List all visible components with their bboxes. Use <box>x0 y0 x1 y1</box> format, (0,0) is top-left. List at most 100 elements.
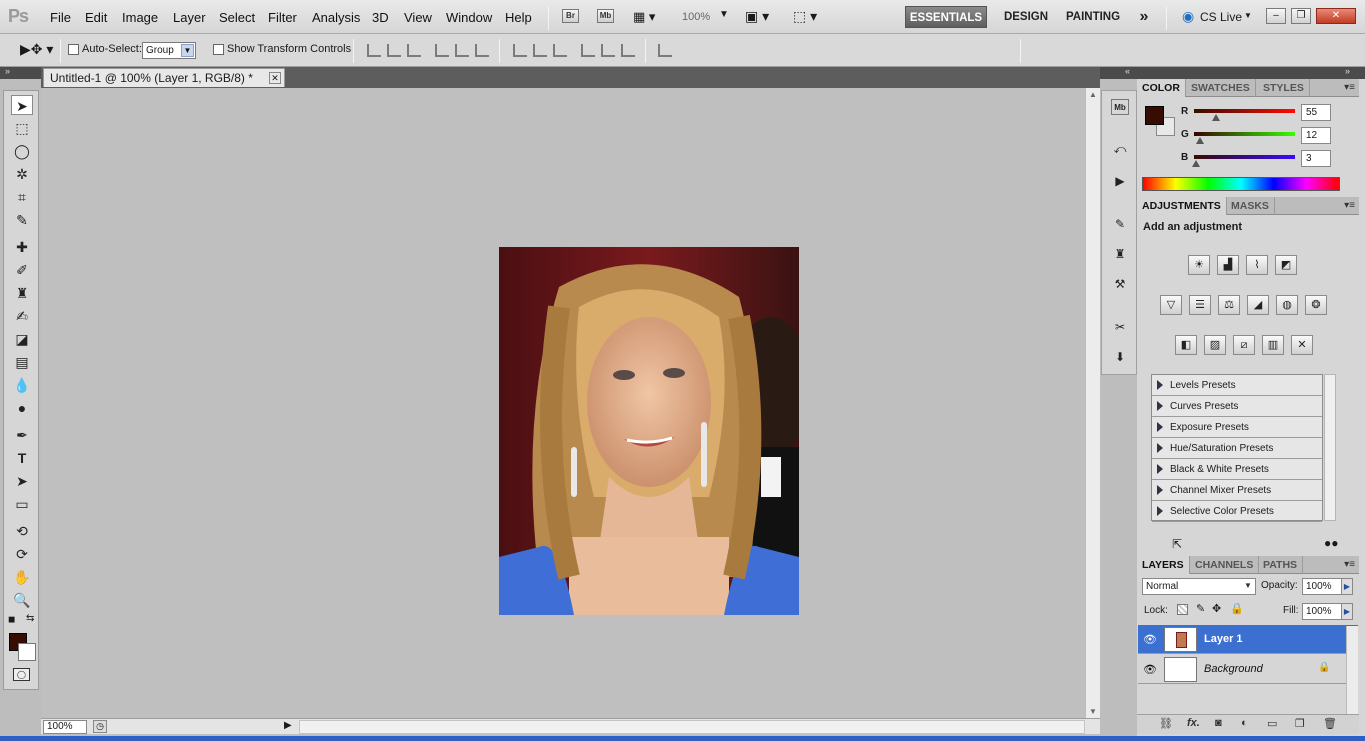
tab-masks[interactable]: MASKS <box>1226 197 1275 215</box>
menu-view[interactable]: View <box>404 10 432 25</box>
color-balance-icon[interactable]: ⚖ <box>1218 295 1240 315</box>
pen-tool-icon[interactable]: ✒ <box>11 425 33 445</box>
quick-mask-icon[interactable]: ◯ <box>13 668 30 681</box>
distribute-top-icon[interactable] <box>513 44 527 57</box>
distribute-vcenter-icon[interactable] <box>533 44 547 57</box>
align-vertical-center-icon[interactable] <box>387 44 401 57</box>
launch-mini-bridge-button[interactable]: Mb <box>597 9 614 23</box>
blue-value-field[interactable]: 3 <box>1301 150 1331 167</box>
menu-analysis[interactable]: Analysis <box>312 10 360 25</box>
tab-color[interactable]: COLOR <box>1137 79 1186 97</box>
color-panel-foreground-swatch[interactable] <box>1145 106 1164 125</box>
path-selection-tool-icon[interactable]: ➤ <box>11 471 33 491</box>
align-bottom-icon[interactable] <box>407 44 421 57</box>
screen-mode-icon[interactable]: ⬚ ▾ <box>793 8 817 25</box>
paragraph-icon[interactable]: ⬇ <box>1111 349 1129 365</box>
lock-transparent-icon[interactable] <box>1177 604 1188 615</box>
red-slider-thumb[interactable] <box>1212 114 1220 121</box>
menu-layer[interactable]: Layer <box>173 10 206 25</box>
opacity-arrow-icon[interactable]: ▶ <box>1341 578 1353 595</box>
clip-to-layer-icon[interactable]: ●● <box>1324 536 1339 550</box>
dock-collapse-bar[interactable]: « » <box>1100 66 1365 79</box>
auto-select-checkbox[interactable] <box>68 44 79 55</box>
adjustment-icon[interactable]: ◐ <box>1241 717 1248 729</box>
exposure-icon[interactable]: ◩ <box>1275 255 1297 275</box>
auto-select-target-select[interactable]: Group ▼ <box>142 42 196 59</box>
vibrance-icon[interactable]: ▽ <box>1160 295 1182 315</box>
lasso-tool-icon[interactable]: ◯ <box>11 141 33 161</box>
menu-file[interactable]: File <box>50 10 71 25</box>
menu-edit[interactable]: Edit <box>85 10 107 25</box>
hue-saturation-icon[interactable]: ☰ <box>1189 295 1211 315</box>
align-right-icon[interactable] <box>475 44 489 57</box>
brush-presets-icon[interactable]: ✎ <box>1111 216 1129 232</box>
red-slider[interactable] <box>1194 109 1295 113</box>
zoom-level-field[interactable]: 100% <box>43 720 87 734</box>
menu-window[interactable]: Window <box>446 10 492 25</box>
red-value-field[interactable]: 55 <box>1301 104 1331 121</box>
preset-channel-mixer[interactable]: Channel Mixer Presets <box>1152 480 1322 501</box>
blue-slider[interactable] <box>1194 155 1295 159</box>
photo-filter-icon[interactable]: ◍ <box>1276 295 1298 315</box>
tab-adjustments[interactable]: ADJUSTMENTS <box>1137 197 1227 215</box>
eraser-tool-icon[interactable]: ◪ <box>11 329 33 349</box>
launch-bridge-button[interactable]: Br <box>562 9 579 23</box>
actions-icon[interactable]: ▶ <box>1111 173 1129 189</box>
lock-position-icon[interactable]: ✥ <box>1212 602 1221 615</box>
crop-tool-icon[interactable]: ⌗ <box>11 187 33 207</box>
zoom-level-display[interactable]: 100% <box>682 11 710 23</box>
show-transform-checkbox[interactable] <box>213 44 224 55</box>
brightness-contrast-icon[interactable]: ☀ <box>1188 255 1210 275</box>
lock-all-icon[interactable]: 🔒 <box>1230 602 1244 615</box>
selective-color-icon[interactable]: ✕ <box>1291 335 1313 355</box>
preset-black-white[interactable]: Black & White Presets <box>1152 459 1322 480</box>
quick-selection-tool-icon[interactable]: ✲ <box>11 164 33 184</box>
clone-stamp-tool-icon[interactable]: ♜ <box>11 283 33 303</box>
3d-rotate-tool-icon[interactable]: ⟲ <box>11 521 33 541</box>
color-spectrum-ramp[interactable] <box>1142 177 1340 191</box>
canvas-image[interactable] <box>499 247 799 615</box>
eye-icon[interactable]: 👁 <box>1143 633 1157 646</box>
panel-menu-icon[interactable]: ▾≡ <box>1344 82 1355 93</box>
mini-bridge-icon[interactable]: Mb <box>1111 99 1129 115</box>
menu-filter[interactable]: Filter <box>268 10 297 25</box>
default-colors-icon[interactable]: ◼ <box>8 614 15 625</box>
fx-icon[interactable]: fx. <box>1187 717 1200 729</box>
horizontal-scrollbar[interactable] <box>299 720 1085 734</box>
presets-scrollbar[interactable] <box>1324 374 1336 521</box>
scroll-up-icon[interactable]: ▲ <box>1089 90 1097 99</box>
swap-colors-icon[interactable]: ⇆ <box>26 613 34 624</box>
healing-brush-tool-icon[interactable]: ✚ <box>11 237 33 257</box>
document-tab[interactable]: Untitled-1 @ 100% (Layer 1, RGB/8) * ✕ <box>43 68 285 87</box>
blue-slider-thumb[interactable] <box>1192 160 1200 167</box>
group-icon[interactable]: ▭ <box>1267 717 1277 730</box>
hand-tool-icon[interactable]: ✋ <box>11 567 33 587</box>
lock-pixels-icon[interactable]: ✎ <box>1196 602 1205 615</box>
gradient-tool-icon[interactable]: ▤ <box>11 352 33 372</box>
move-tool-icon[interactable]: ➤ <box>11 95 33 115</box>
dodge-tool-icon[interactable]: ● <box>11 398 33 418</box>
tool-presets-icon[interactable]: ⚒ <box>1111 276 1129 292</box>
align-left-icon[interactable] <box>435 44 449 57</box>
channel-mixer-icon[interactable]: ❂ <box>1305 295 1327 315</box>
arrange-documents-icon[interactable]: ▣ ▾ <box>745 8 769 25</box>
invert-icon[interactable]: ◧ <box>1175 335 1197 355</box>
auto-align-layers-icon[interactable] <box>658 44 672 57</box>
panel-menu-icon[interactable]: ▾≡ <box>1344 200 1355 211</box>
black-white-icon[interactable]: ◢ <box>1247 295 1269 315</box>
workspace-design[interactable]: DESIGN <box>995 6 1057 28</box>
menu-select[interactable]: Select <box>219 10 255 25</box>
menu-help[interactable]: Help <box>505 10 532 25</box>
curves-icon[interactable]: ⌇ <box>1246 255 1268 275</box>
close-document-icon[interactable]: ✕ <box>269 72 281 84</box>
zoom-dropdown-arrow-icon[interactable]: ▼ <box>719 9 729 20</box>
zoom-tool-icon[interactable]: 🔍 <box>11 590 33 610</box>
expanded-view-icon[interactable]: ⇱ <box>1172 537 1182 551</box>
vertical-scrollbar[interactable]: ▲ ▼ <box>1085 88 1100 718</box>
distribute-bottom-icon[interactable] <box>553 44 567 57</box>
tab-swatches[interactable]: SWATCHES <box>1186 79 1256 97</box>
clone-source-icon[interactable]: ♜ <box>1111 246 1129 262</box>
eyedropper-tool-icon[interactable]: ✎ <box>11 210 33 230</box>
blur-tool-icon[interactable]: 💧 <box>11 375 33 395</box>
rectangle-tool-icon[interactable]: ▭ <box>11 494 33 514</box>
